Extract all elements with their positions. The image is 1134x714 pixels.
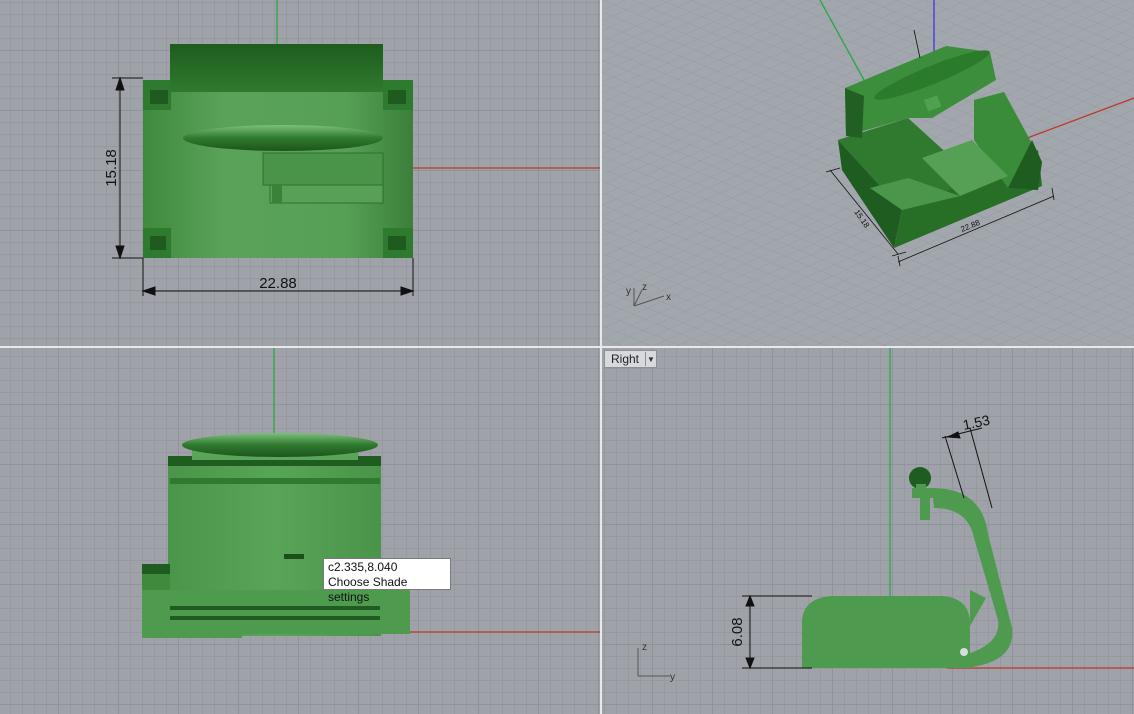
- rhino-workspace: 15.18 22.88 15.18 22.88 y z x c2.335,8.0…: [0, 0, 1134, 714]
- dimension-height-label: 6.08: [729, 617, 746, 646]
- svg-text:z: z: [642, 282, 647, 293]
- svg-text:y: y: [670, 672, 675, 683]
- dimension-horizontal-label: 22.88: [259, 275, 297, 292]
- front-viewport[interactable]: c2.335,8.040 Choose Shade settings: [0, 348, 600, 714]
- coordinate-tooltip: c2.335,8.040 Choose Shade settings: [323, 558, 451, 604]
- perspective-view-canvas: 15.18 22.88 y z x: [602, 0, 1134, 346]
- viewport-splitter-vertical[interactable]: [600, 0, 602, 714]
- front-view-canvas: [142, 348, 600, 638]
- viewport-splitter-horizontal[interactable]: [0, 346, 1134, 348]
- right-viewport[interactable]: Right ▼ 6.08 1.53 z y: [602, 348, 1134, 714]
- right-view-canvas: 6.08 1.53 z y: [637, 348, 1134, 683]
- model-right-view: [802, 467, 1013, 668]
- svg-text:z: z: [642, 642, 647, 653]
- svg-text:y: y: [626, 286, 631, 297]
- model-front-view: [142, 433, 410, 638]
- perspective-viewport[interactable]: 15.18 22.88 y z x: [602, 0, 1134, 346]
- top-viewport[interactable]: 15.18 22.88: [0, 0, 600, 346]
- top-view-canvas: 15.18 22.88: [103, 0, 600, 296]
- tooltip-coordinates: c2.335,8.040: [328, 560, 398, 574]
- tooltip-message: Choose Shade settings: [328, 575, 408, 604]
- dimension-vertical-label: 15.18: [103, 149, 120, 187]
- svg-text:x: x: [666, 292, 671, 303]
- model-top-view: [143, 44, 413, 258]
- dimension-small-label: 1.53: [961, 412, 991, 433]
- right-axis-icon: z y: [637, 642, 675, 683]
